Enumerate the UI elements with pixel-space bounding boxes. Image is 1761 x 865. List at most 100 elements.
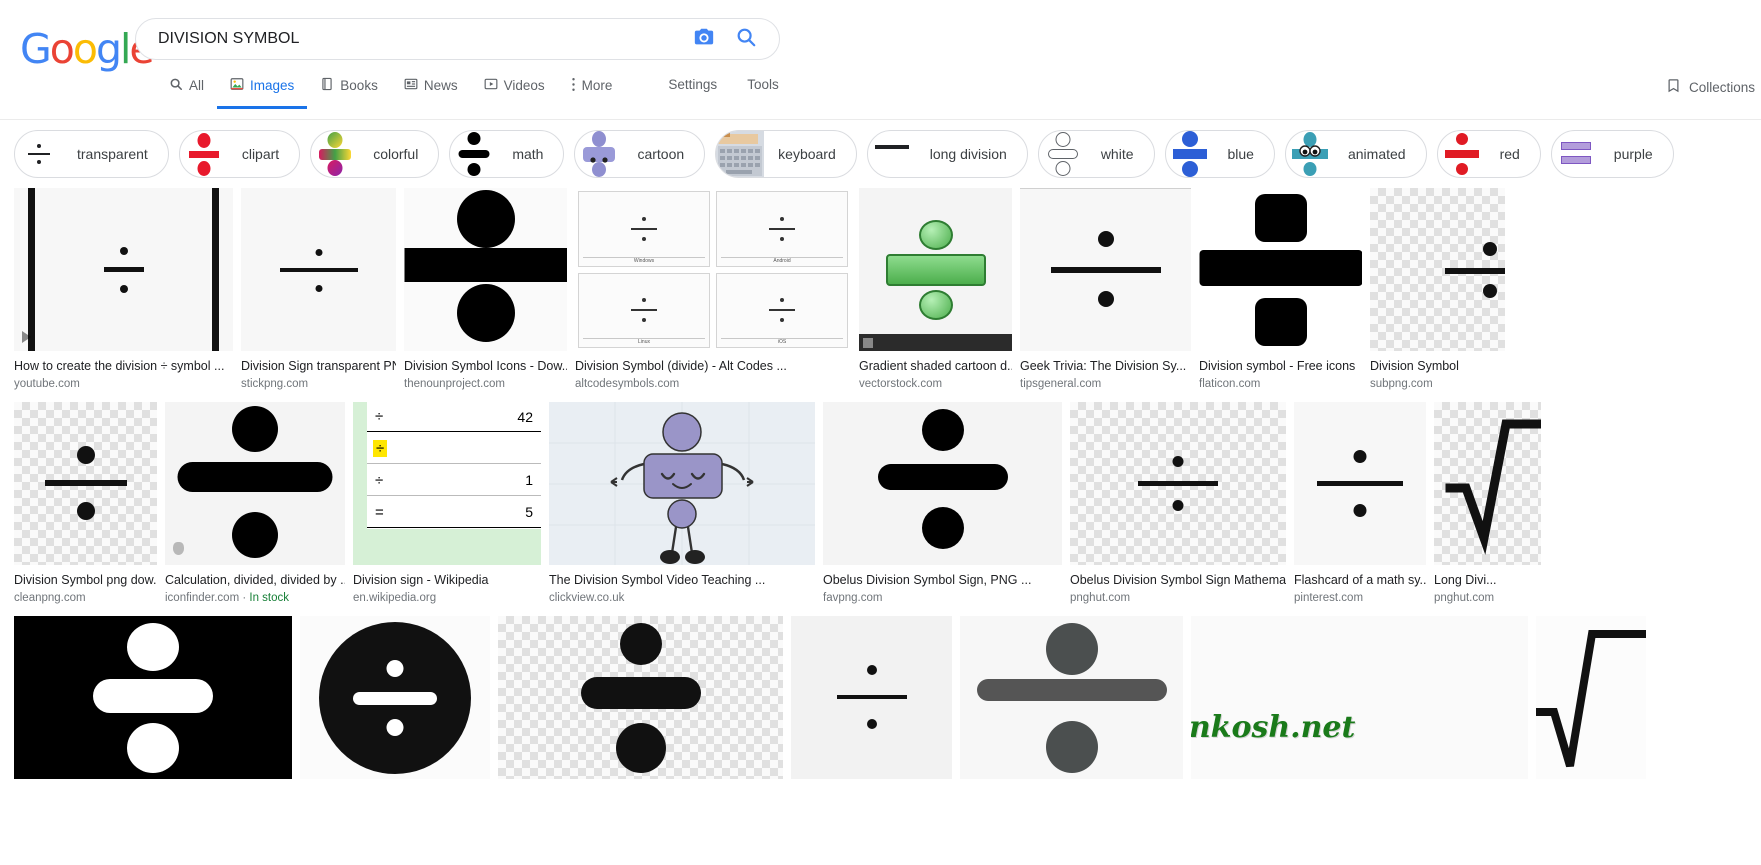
settings-button[interactable]: Settings — [653, 74, 732, 96]
result-title[interactable]: Long Divi... — [1434, 572, 1541, 588]
chip-white[interactable]: white — [1037, 130, 1155, 178]
chip-purple[interactable]: purple — [1550, 130, 1674, 178]
result-title[interactable]: Division Sign transparent PN... — [241, 358, 396, 374]
result-card[interactable]: Long Divi... pnghut.com — [1434, 402, 1541, 606]
chip-clipart[interactable]: clipart — [178, 130, 301, 178]
result-title[interactable]: Calculation, divided, divided by ... — [165, 572, 345, 588]
result-thumbnail[interactable] — [14, 402, 157, 565]
result-thumbnail[interactable] — [1434, 402, 1541, 565]
chip-red[interactable]: red — [1436, 130, 1541, 178]
collections-button[interactable]: Collections — [1666, 78, 1755, 96]
result-card[interactable]: Obelus Division Symbol Sign, PNG ... fav… — [823, 402, 1062, 606]
result-thumbnail[interactable] — [1370, 188, 1505, 351]
divide-gradient-icon — [311, 131, 359, 177]
tab-all[interactable]: All — [156, 74, 217, 108]
result-thumbnail[interactable] — [1199, 188, 1362, 351]
tab-videos[interactable]: Videos — [471, 74, 558, 108]
result-thumbnail[interactable] — [165, 402, 345, 565]
chip-cartoon[interactable]: cartoon — [574, 130, 706, 178]
camera-icon[interactable] — [693, 26, 715, 53]
video-icon — [484, 77, 498, 94]
result-card[interactable]: Gradient shaded cartoon d... vectorstock… — [859, 188, 1012, 392]
tab-images[interactable]: Images — [217, 74, 308, 109]
result-thumbnail[interactable]: ÷ 42 ÷ ÷ 1 = 5 — [353, 402, 541, 565]
result-thumbnail[interactable] — [960, 616, 1183, 779]
play-badge-icon — [22, 331, 31, 343]
divide-animated-bird-icon — [1286, 131, 1334, 177]
long-division-bar-icon — [868, 131, 916, 177]
tab-books[interactable]: Books — [307, 74, 391, 108]
chip-long-division-label: long division — [929, 146, 1007, 162]
result-thumbnail[interactable] — [498, 616, 783, 779]
result-title[interactable]: Division symbol - Free icons — [1199, 358, 1362, 374]
result-card[interactable]: Windows Android Linux iOS Division Symbo… — [575, 188, 851, 392]
result-card[interactable]: Obelus Division Symbol Sign Mathemati...… — [1070, 402, 1286, 606]
result-title[interactable]: The Division Symbol Video Teaching ... — [549, 572, 815, 588]
result-card[interactable] — [960, 616, 1183, 779]
search-input[interactable] — [136, 30, 693, 48]
result-title[interactable]: Gradient shaded cartoon d... — [859, 358, 1012, 374]
result-card[interactable]: Flashcard of a math sy... pinterest.com — [1294, 402, 1426, 606]
chip-keyboard[interactable]: keyboard — [715, 130, 857, 178]
result-card[interactable]: ÷ 42 ÷ ÷ 1 = 5 Division sign - Wikipedia… — [353, 402, 541, 606]
search-submit-icon[interactable] — [735, 26, 757, 53]
result-card[interactable]: How to create the division ÷ symbol ... … — [14, 188, 233, 392]
result-card[interactable] — [498, 616, 783, 779]
chip-animated[interactable]: animated — [1284, 130, 1427, 178]
chip-red-label: red — [1499, 146, 1520, 162]
result-title[interactable]: Division Symbol — [1370, 358, 1505, 374]
result-card[interactable]: Division Symbol png dow... cleanpng.com — [14, 402, 157, 606]
result-thumbnail[interactable] — [1536, 616, 1646, 779]
result-title[interactable]: Flashcard of a math sy... — [1294, 572, 1426, 588]
chip-math[interactable]: math — [449, 130, 565, 178]
logo-letter-o1: o — [49, 25, 75, 73]
tools-button[interactable]: Tools — [732, 74, 794, 96]
tab-news[interactable]: News — [391, 74, 471, 108]
result-thumbnail[interactable] — [241, 188, 396, 351]
result-thumbnail[interactable] — [859, 188, 1012, 351]
result-thumbnail[interactable] — [404, 188, 567, 351]
result-thumbnail[interactable] — [823, 402, 1062, 565]
search-bar[interactable] — [135, 18, 780, 60]
result-title[interactable]: Obelus Division Symbol Sign Mathemati... — [1070, 572, 1286, 588]
result-thumbnail[interactable] — [300, 616, 490, 779]
result-thumbnail[interactable] — [1020, 188, 1191, 351]
result-thumbnail[interactable]: gyankosh.net — [1191, 616, 1528, 779]
result-title[interactable]: Geek Trivia: The Division Sy... — [1020, 358, 1191, 374]
logo-letter-g1: G — [20, 25, 52, 73]
result-title[interactable]: How to create the division ÷ symbol ... — [14, 358, 233, 374]
result-thumbnail[interactable]: Windows Android Linux iOS — [575, 188, 851, 351]
result-thumbnail[interactable] — [1294, 402, 1426, 565]
result-title[interactable]: Obelus Division Symbol Sign, PNG ... — [823, 572, 1062, 588]
result-thumbnail[interactable] — [791, 616, 952, 779]
result-thumbnail[interactable] — [14, 188, 233, 351]
chip-colorful[interactable]: colorful — [310, 130, 440, 178]
result-card[interactable] — [300, 616, 490, 779]
chip-long-division[interactable]: long division — [866, 130, 1028, 178]
tab-more[interactable]: More — [558, 74, 626, 108]
result-thumbnail[interactable] — [14, 616, 292, 779]
result-title[interactable]: Division Symbol png dow... — [14, 572, 157, 588]
result-title[interactable]: Division Symbol (divide) - Alt Codes ... — [575, 358, 851, 374]
result-thumbnail[interactable] — [1070, 402, 1286, 565]
result-card[interactable]: Division Symbol Icons - Dow... thenounpr… — [404, 188, 567, 392]
result-card[interactable]: Division Symbol subpng.com — [1370, 188, 1505, 392]
result-card[interactable] — [791, 616, 952, 779]
result-source: altcodesymbols.com — [575, 378, 680, 390]
result-card[interactable]: Geek Trivia: The Division Sy... tipsgene… — [1020, 188, 1191, 392]
result-card[interactable]: gyankosh.net — [1191, 616, 1528, 779]
result-card[interactable]: Division Sign transparent PN... stickpng… — [241, 188, 396, 392]
result-card[interactable]: The Division Symbol Video Teaching ... c… — [549, 402, 815, 606]
result-source: tipsgeneral.com — [1020, 378, 1102, 390]
google-logo[interactable]: Google — [20, 25, 155, 73]
result-source: youtube.com — [14, 378, 80, 390]
result-card[interactable] — [1536, 616, 1646, 779]
result-title[interactable]: Division sign - Wikipedia — [353, 572, 541, 588]
result-card[interactable] — [14, 616, 292, 779]
result-title[interactable]: Division Symbol Icons - Dow... — [404, 358, 567, 374]
chip-transparent[interactable]: transparent — [14, 130, 169, 178]
chip-blue[interactable]: blue — [1164, 130, 1275, 178]
result-card[interactable]: Calculation, divided, divided by ... ico… — [165, 402, 345, 606]
result-card[interactable]: Division symbol - Free icons flaticon.co… — [1199, 188, 1362, 392]
result-thumbnail[interactable] — [549, 402, 815, 565]
